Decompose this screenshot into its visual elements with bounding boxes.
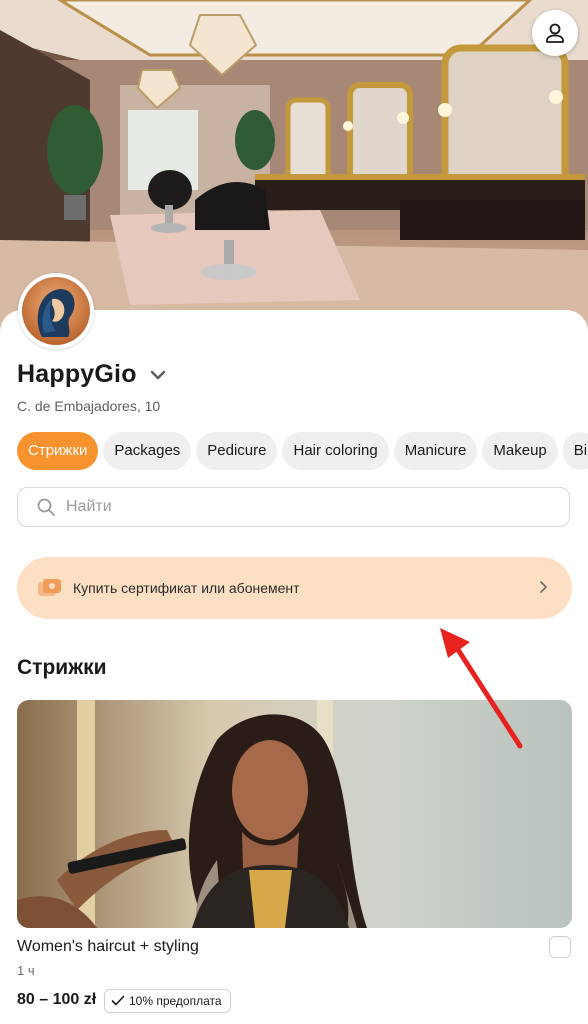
search-placeholder: Найти: [66, 498, 112, 515]
category-chip-hair-coloring[interactable]: Hair coloring: [282, 432, 389, 470]
prepayment-text: 10% предоплата: [129, 994, 222, 1008]
service-duration: 1 ч: [17, 963, 35, 978]
salon-name: HappyGio: [17, 360, 137, 388]
category-chip-bi[interactable]: Bi: [562, 432, 588, 470]
salon-cover-image: [0, 0, 588, 330]
category-chip-makeup[interactable]: Makeup: [482, 432, 558, 470]
service-photo[interactable]: [17, 700, 572, 928]
user-icon: [546, 23, 564, 43]
search-input[interactable]: Найти: [17, 487, 570, 527]
service-price: 80 – 100 zł: [17, 991, 97, 1008]
chevron-right-icon: [540, 581, 547, 593]
salon-selector[interactable]: HappyGio: [17, 360, 169, 389]
salon-logo: [18, 273, 94, 349]
category-tabs: Стрижки Packages Pedicure Hair coloring Mani…: [17, 432, 588, 470]
buy-certificate-banner[interactable]: Купить сертификат или абонемент: [17, 557, 572, 619]
checkmark-icon: [111, 995, 125, 1006]
chevron-down-icon: [150, 370, 165, 379]
certificate-icon: [38, 579, 61, 596]
category-chip-pedicure[interactable]: Pedicure: [196, 432, 278, 470]
service-name[interactable]: Women's haircut + styling: [17, 938, 199, 956]
profile-button[interactable]: [532, 10, 578, 56]
banner-text: Купить сертификат или абонемент: [73, 580, 300, 596]
category-chip-manicure[interactable]: Manicure: [393, 432, 478, 470]
section-title: Стрижки: [17, 656, 107, 679]
salon-address: C. de Embajadores, 10: [17, 398, 161, 414]
search-icon: [37, 498, 55, 516]
service-select-checkbox[interactable]: [549, 936, 571, 958]
prepayment-badge: 10% предоплата: [104, 989, 231, 1013]
category-chip-haircuts[interactable]: Стрижки: [17, 432, 99, 470]
category-chip-packages[interactable]: Packages: [103, 432, 192, 470]
